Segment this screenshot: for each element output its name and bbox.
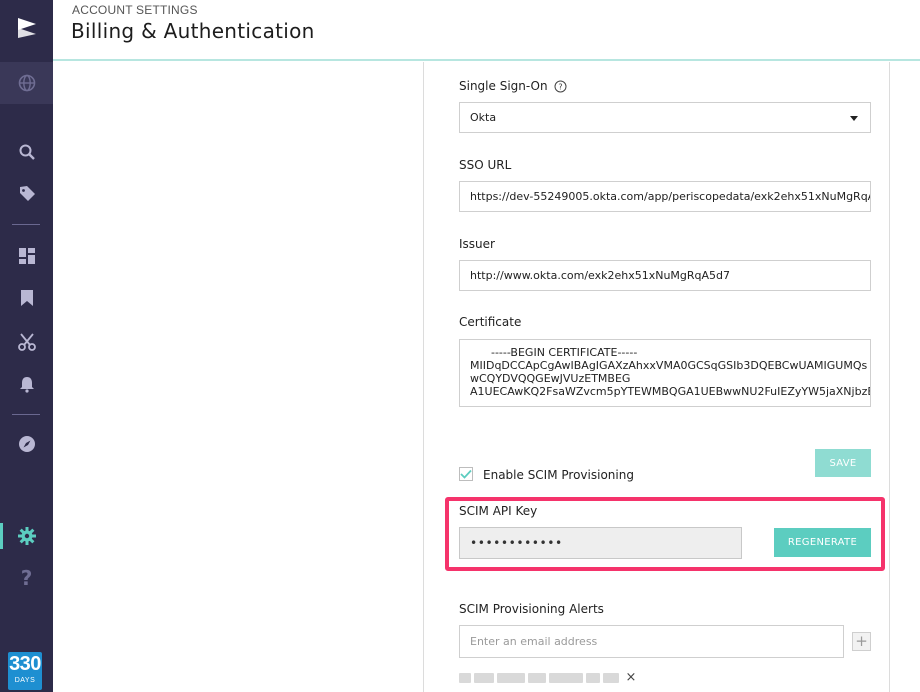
search-icon[interactable] bbox=[0, 132, 53, 172]
page-title: Billing & Authentication bbox=[71, 19, 315, 43]
plus-icon: + bbox=[855, 632, 868, 650]
svg-text:?: ? bbox=[558, 82, 562, 91]
save-button[interactable]: SAVE bbox=[815, 449, 871, 477]
redacted-email-chip bbox=[459, 671, 619, 685]
bookmark-icon[interactable] bbox=[0, 278, 53, 318]
gear-icon[interactable] bbox=[0, 516, 53, 556]
issuer-field[interactable]: http://www.okta.com/exk2ehx51xNuMgRqA5d7 bbox=[459, 260, 871, 291]
add-email-button[interactable]: + bbox=[852, 632, 871, 651]
grid-icon[interactable] bbox=[0, 236, 53, 276]
trial-days-label: DAYS bbox=[14, 677, 36, 684]
remove-email-icon[interactable]: × bbox=[625, 670, 637, 685]
sso-label-row: Single Sign-On ? bbox=[459, 79, 567, 93]
sso-provider-value: Okta bbox=[470, 111, 497, 124]
scim-api-key-field[interactable]: •••••••••••• bbox=[459, 527, 742, 559]
sso-provider-select[interactable]: Okta bbox=[459, 102, 871, 133]
caret-down-icon bbox=[850, 116, 858, 121]
question-icon[interactable]: ? bbox=[0, 558, 53, 598]
certificate-textarea[interactable]: -----BEGIN CERTIFICATE----- MIIDqDCCApCg… bbox=[459, 339, 871, 407]
globe-icon[interactable] bbox=[0, 62, 53, 104]
page-header: ACCOUNT SETTINGS Billing & Authenticatio… bbox=[53, 0, 920, 61]
trial-days-count: 330 bbox=[9, 653, 41, 675]
help-circle-icon[interactable]: ? bbox=[554, 80, 567, 93]
enable-scim-label: Enable SCIM Provisioning bbox=[483, 468, 634, 482]
issuer-value: http://www.okta.com/exk2ehx51xNuMgRqA5d7 bbox=[470, 269, 731, 282]
sso-url-label: SSO URL bbox=[459, 158, 512, 172]
sidebar: ? 330 DAYS bbox=[0, 0, 53, 692]
content-divider bbox=[423, 62, 424, 692]
regenerate-button[interactable]: REGENERATE bbox=[774, 528, 871, 557]
issuer-label: Issuer bbox=[459, 237, 495, 251]
scim-alerts-label: SCIM Provisioning Alerts bbox=[459, 602, 604, 616]
sidebar-separator bbox=[12, 414, 40, 415]
content-divider-right bbox=[889, 62, 890, 692]
sso-url-field[interactable]: https://dev-55249005.okta.com/app/perisc… bbox=[459, 181, 871, 212]
sso-url-value: https://dev-55249005.okta.com/app/perisc… bbox=[470, 190, 871, 203]
enable-scim-checkbox[interactable] bbox=[459, 467, 473, 481]
sidebar-separator bbox=[12, 224, 40, 225]
checkmark-icon bbox=[460, 469, 472, 479]
alert-email-input[interactable] bbox=[459, 625, 844, 658]
trial-days-badge[interactable]: 330 DAYS bbox=[8, 652, 42, 690]
certificate-label: Certificate bbox=[459, 315, 522, 329]
scissors-icon[interactable] bbox=[0, 322, 53, 362]
tag-icon[interactable] bbox=[0, 174, 53, 214]
sso-label: Single Sign-On bbox=[459, 79, 548, 93]
scim-api-key-label: SCIM API Key bbox=[459, 504, 538, 518]
scim-api-key-value: •••••••••••• bbox=[470, 536, 563, 550]
bell-icon[interactable] bbox=[0, 364, 53, 404]
periscope-logo-icon[interactable] bbox=[0, 8, 53, 48]
breadcrumb: ACCOUNT SETTINGS bbox=[72, 3, 198, 17]
compass-icon[interactable] bbox=[0, 424, 53, 464]
